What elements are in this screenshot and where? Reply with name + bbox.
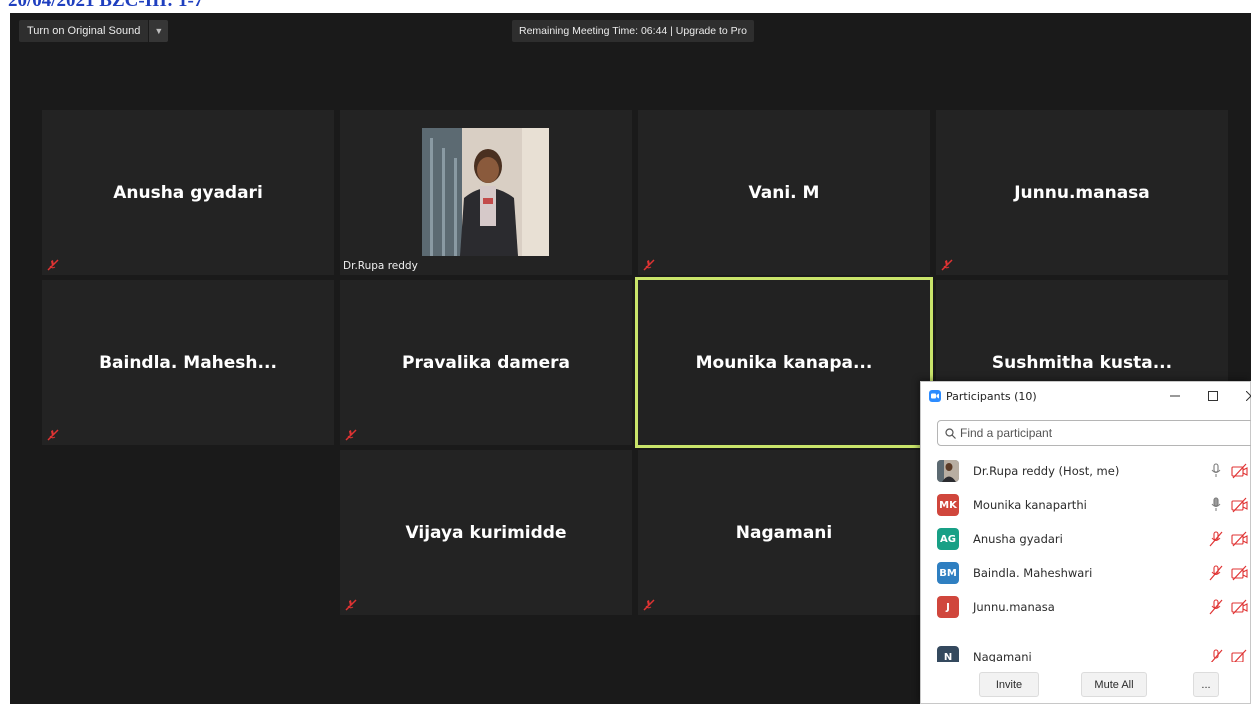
- participant-row[interactable]: MK Mounika kanaparthi: [921, 488, 1250, 522]
- original-sound-control: Turn on Original Sound ▼: [19, 20, 169, 42]
- participants-footer: Invite Mute All ...: [921, 672, 1250, 698]
- video-tile-vani[interactable]: Vani. M: [638, 110, 930, 275]
- tile-name: Mounika kanapa...: [695, 352, 873, 373]
- mute-all-button[interactable]: Mute All: [1081, 672, 1147, 697]
- zoom-logo-icon: [929, 390, 941, 402]
- video-tile-baindla[interactable]: Baindla. Mahesh...: [42, 280, 334, 445]
- participant-video: [422, 128, 549, 256]
- close-button[interactable]: [1241, 386, 1251, 406]
- video-off-icon[interactable]: [1231, 565, 1249, 581]
- minimize-button[interactable]: [1165, 386, 1185, 406]
- avatar: J: [937, 596, 959, 618]
- zoom-meeting-window: Turn on Original Sound ▼ Remaining Meeti…: [10, 13, 1251, 704]
- video-tile-nagamani[interactable]: Nagamani: [638, 450, 930, 615]
- participant-name: Anusha gyadari: [973, 532, 1063, 546]
- video-tile-junnu[interactable]: Junnu.manasa: [936, 110, 1228, 275]
- video-tile-anusha[interactable]: Anusha gyadari: [42, 110, 334, 275]
- tile-name: Nagamani: [735, 522, 833, 543]
- participants-list: Dr.Rupa reddy (Host, me) MK Mounika kana…: [921, 454, 1250, 662]
- participants-titlebar: Participants (10): [921, 382, 1251, 410]
- participant-name: Baindla. Maheshwari: [973, 566, 1093, 580]
- video-tile-vijaya[interactable]: Vijaya kurimidde: [340, 450, 632, 615]
- chevron-down-icon[interactable]: ▼: [148, 20, 169, 42]
- mic-icon[interactable]: [1209, 463, 1223, 479]
- video-tile-rupa[interactable]: Dr.Rupa reddy: [340, 110, 632, 275]
- mic-icon[interactable]: [1209, 497, 1223, 513]
- search-input[interactable]: [960, 426, 1210, 440]
- muted-mic-icon[interactable]: [1209, 649, 1223, 662]
- video-tile-mounika-active-speaker[interactable]: Mounika kanapa...: [635, 277, 933, 448]
- video-off-icon[interactable]: [1231, 531, 1249, 547]
- invite-button[interactable]: Invite: [979, 672, 1039, 697]
- tile-name: Vijaya kurimidde: [405, 522, 567, 543]
- tile-name: Sushmitha kusta...: [991, 352, 1173, 373]
- muted-mic-icon[interactable]: [1209, 531, 1223, 547]
- video-off-icon[interactable]: [1231, 497, 1249, 513]
- muted-mic-icon: [47, 259, 59, 271]
- tile-name: Pravalika damera: [402, 352, 570, 373]
- original-sound-button[interactable]: Turn on Original Sound: [19, 20, 149, 42]
- avatar: MK: [937, 494, 959, 516]
- participants-title: Participants (10): [946, 389, 1037, 403]
- muted-mic-icon: [47, 429, 59, 441]
- avatar: N: [937, 646, 959, 662]
- participant-row[interactable]: AG Anusha gyadari: [921, 522, 1250, 556]
- video-off-icon[interactable]: [1231, 463, 1249, 479]
- participant-row[interactable]: N Nagamani: [921, 640, 1250, 662]
- video-off-icon[interactable]: [1231, 649, 1249, 662]
- participant-search[interactable]: [937, 420, 1251, 446]
- more-options-button[interactable]: ...: [1193, 672, 1219, 697]
- tile-name: Junnu.manasa: [1014, 182, 1150, 203]
- participant-name: Mounika kanaparthi: [973, 498, 1087, 512]
- video-tile-pravalika[interactable]: Pravalika damera: [340, 280, 632, 445]
- participant-name: Dr.Rupa reddy (Host, me): [973, 464, 1120, 478]
- participant-row[interactable]: BM Baindla. Maheshwari: [921, 556, 1250, 590]
- tile-name: Vani. M: [748, 182, 820, 203]
- document-header: 20/04/2021 BZC-III: 1-7: [8, 0, 203, 9]
- muted-mic-icon[interactable]: [1209, 565, 1223, 581]
- participant-name: Junnu.manasa: [973, 600, 1055, 614]
- video-off-icon[interactable]: [1231, 599, 1249, 615]
- tile-name: Anusha gyadari: [113, 182, 263, 203]
- avatar: AG: [937, 528, 959, 550]
- avatar: [937, 460, 959, 482]
- search-icon: [945, 427, 956, 439]
- muted-mic-icon: [941, 259, 953, 271]
- muted-mic-icon: [643, 259, 655, 271]
- tile-name: Baindla. Mahesh...: [99, 352, 277, 373]
- avatar: BM: [937, 562, 959, 584]
- participant-name: Nagamani: [973, 650, 1032, 662]
- participant-row[interactable]: J Junnu.manasa: [921, 590, 1250, 624]
- muted-mic-icon: [345, 429, 357, 441]
- tile-name: Dr.Rupa reddy: [343, 260, 418, 272]
- participants-panel: Participants (10) Dr.Rupa reddy (Host, m…: [920, 381, 1251, 704]
- muted-mic-icon: [345, 599, 357, 611]
- participant-row[interactable]: Dr.Rupa reddy (Host, me): [921, 454, 1250, 488]
- muted-mic-icon[interactable]: [1209, 599, 1223, 615]
- meeting-time-banner[interactable]: Remaining Meeting Time: 06:44 | Upgrade …: [512, 20, 755, 42]
- muted-mic-icon: [643, 599, 655, 611]
- maximize-button[interactable]: [1203, 386, 1223, 406]
